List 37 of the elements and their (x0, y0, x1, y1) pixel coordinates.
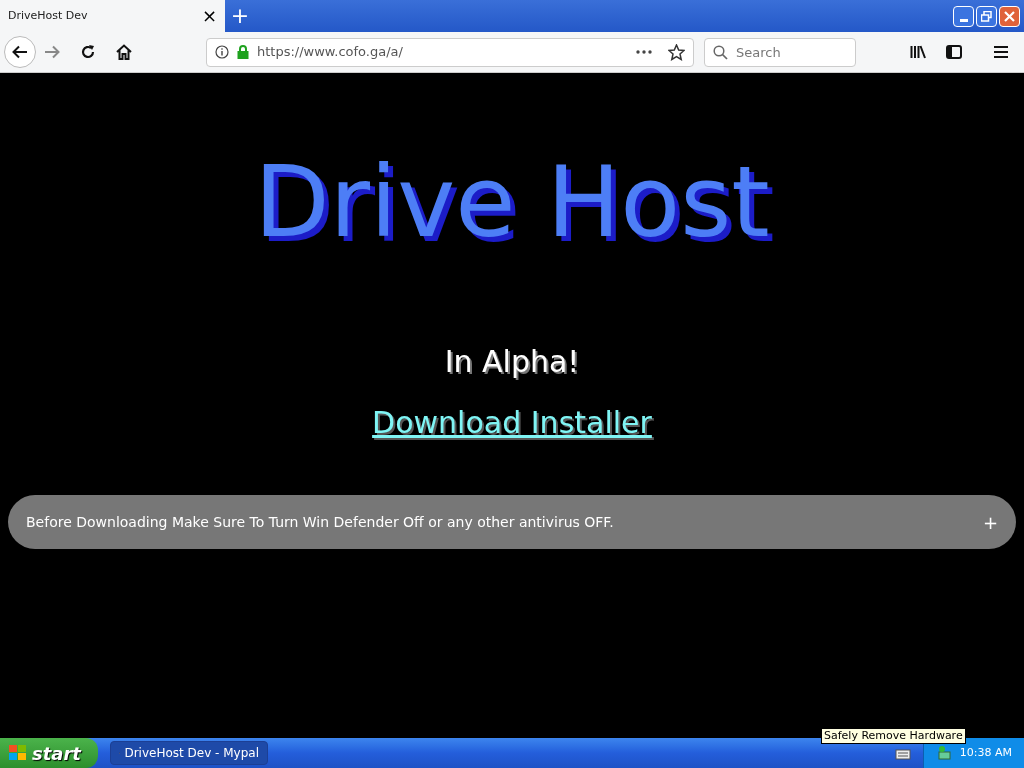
back-button[interactable] (4, 36, 36, 68)
bookmark-star-icon[interactable] (668, 43, 685, 61)
tooltip: Safely Remove Hardware (821, 728, 966, 744)
url-text: https://www.cofo.ga/a/ (257, 43, 404, 62)
close-tab-button[interactable]: × (201, 7, 217, 25)
notice-banner[interactable]: Before Downloading Make Sure To Turn Win Defender Off or any other antivirus OFF. + (8, 495, 1016, 549)
search-field[interactable]: Search (704, 37, 856, 67)
info-icon[interactable] (215, 45, 229, 59)
keyboard-icon[interactable] (894, 746, 911, 760)
taskbar-button[interactable]: DriveHost Dev - Mypal (110, 741, 268, 765)
address-bar[interactable]: https://www.cofo.ga/a/ (206, 37, 694, 67)
sidebar-icon[interactable] (946, 45, 962, 59)
expand-toggle[interactable]: + (982, 508, 998, 536)
page-title: Drive Host (254, 153, 770, 251)
minimize-button[interactable] (953, 5, 974, 27)
forward-arrow-icon[interactable] (44, 45, 60, 59)
browser-tab[interactable]: DriveHost Dev × (0, 0, 225, 32)
clock: 10:38 AM (959, 744, 1012, 761)
library-icon[interactable] (910, 45, 926, 59)
padlock-icon[interactable] (237, 45, 249, 59)
minimize-icon (959, 18, 968, 22)
search-icon (713, 44, 728, 60)
restore-icon (981, 10, 992, 22)
download-link[interactable]: Download Installer (372, 400, 652, 445)
new-tab-button[interactable]: + (225, 0, 255, 32)
windows-flag-icon (8, 744, 28, 762)
home-icon[interactable] (116, 44, 132, 60)
subtitle: In Alpha! (444, 343, 580, 381)
hardware-icon[interactable] (935, 745, 952, 761)
close-window-button[interactable] (999, 5, 1020, 27)
restore-button[interactable] (976, 5, 997, 27)
back-arrow-icon (12, 45, 28, 59)
menu-icon[interactable] (994, 46, 1008, 58)
reload-icon[interactable] (80, 44, 96, 60)
more-icon[interactable] (636, 50, 652, 54)
notice-text: Before Downloading Make Sure To Turn Win Defender Off or any other antivirus OFF. (26, 512, 615, 532)
close-icon (1004, 10, 1015, 22)
